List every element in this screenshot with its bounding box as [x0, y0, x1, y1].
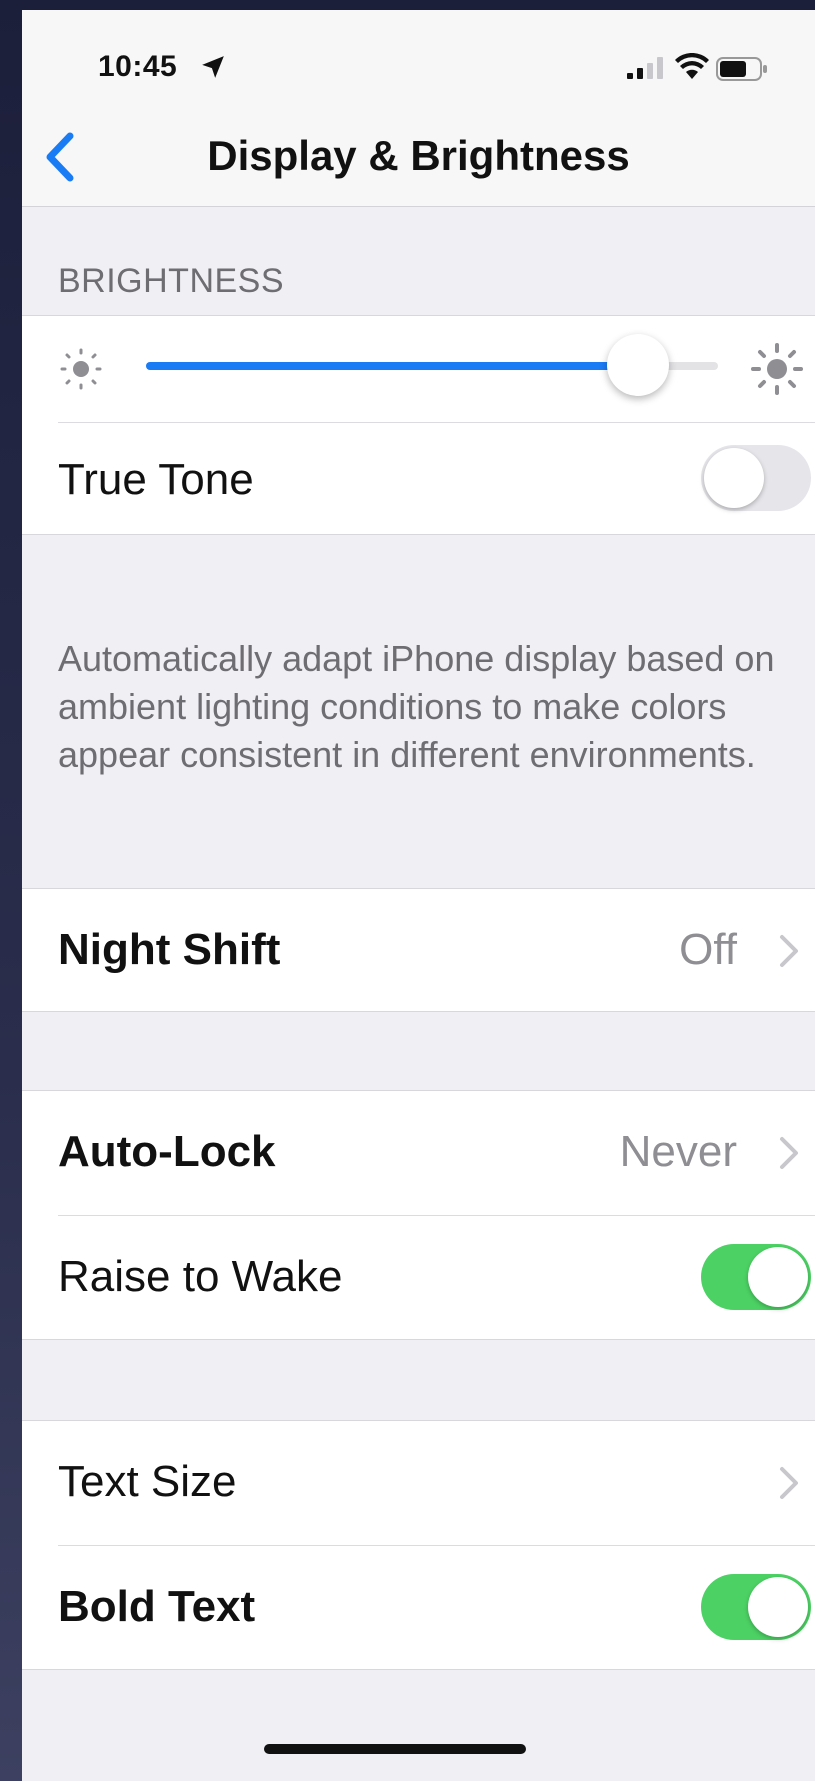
toggle-knob — [748, 1247, 808, 1307]
chevron-right-icon — [780, 1137, 798, 1169]
cellular-signal-icon — [627, 57, 663, 79]
text-group: Text Size Bold Text — [22, 1420, 815, 1670]
true-tone-footer: Automatically adapt iPhone display based… — [58, 638, 775, 775]
status-time: 10:45 — [98, 50, 178, 83]
brightness-slider[interactable] — [146, 334, 718, 396]
true-tone-row: True Tone — [22, 423, 815, 534]
text-size-row[interactable]: Text Size — [22, 1421, 815, 1545]
bold-text-toggle[interactable] — [701, 1574, 811, 1640]
text-size-label: Text Size — [58, 1457, 237, 1506]
chevron-right-icon — [780, 935, 798, 967]
night-shift-row[interactable]: Night Shift Off — [22, 889, 815, 1011]
chevron-right-icon — [780, 1467, 798, 1499]
auto-lock-value: Never — [619, 1127, 737, 1176]
section-header-brightness: BRIGHTNESS — [58, 262, 285, 300]
raise-to-wake-toggle[interactable] — [701, 1244, 811, 1310]
sun-small-icon — [60, 348, 102, 390]
auto-lock-label: Auto-Lock — [58, 1127, 276, 1176]
bold-text-row: Bold Text — [22, 1546, 815, 1669]
sun-large-icon — [751, 343, 803, 395]
night-shift-value: Off — [679, 925, 737, 974]
wifi-icon — [675, 53, 709, 79]
brightness-slider-fill — [146, 362, 638, 370]
brightness-slider-thumb[interactable] — [606, 334, 669, 396]
true-tone-toggle[interactable] — [701, 445, 811, 511]
raise-to-wake-row: Raise to Wake — [22, 1216, 815, 1339]
auto-lock-row[interactable]: Auto-Lock Never — [22, 1091, 815, 1215]
navigation-bar: Display & Brightness — [22, 110, 815, 207]
settings-screen: 10:45 Display & Brightness BRIGHTNESS Tr… — [22, 10, 815, 1781]
raise-to-wake-label: Raise to Wake — [58, 1252, 343, 1301]
page-title: Display & Brightness — [207, 132, 630, 179]
brightness-group: True Tone — [22, 315, 815, 535]
brightness-slider-row — [22, 316, 815, 422]
night-shift-label: Night Shift — [58, 925, 281, 974]
home-indicator[interactable] — [264, 1744, 526, 1754]
toggle-knob — [748, 1577, 808, 1637]
battery-icon — [716, 57, 767, 81]
lock-group: Auto-Lock Never Raise to Wake — [22, 1090, 815, 1340]
toggle-knob — [704, 448, 764, 508]
true-tone-label: True Tone — [58, 455, 254, 504]
location-arrow-icon — [202, 56, 224, 78]
night-shift-group: Night Shift Off — [22, 888, 815, 1012]
status-bar: 10:45 — [22, 10, 815, 110]
bold-text-label: Bold Text — [58, 1582, 256, 1631]
